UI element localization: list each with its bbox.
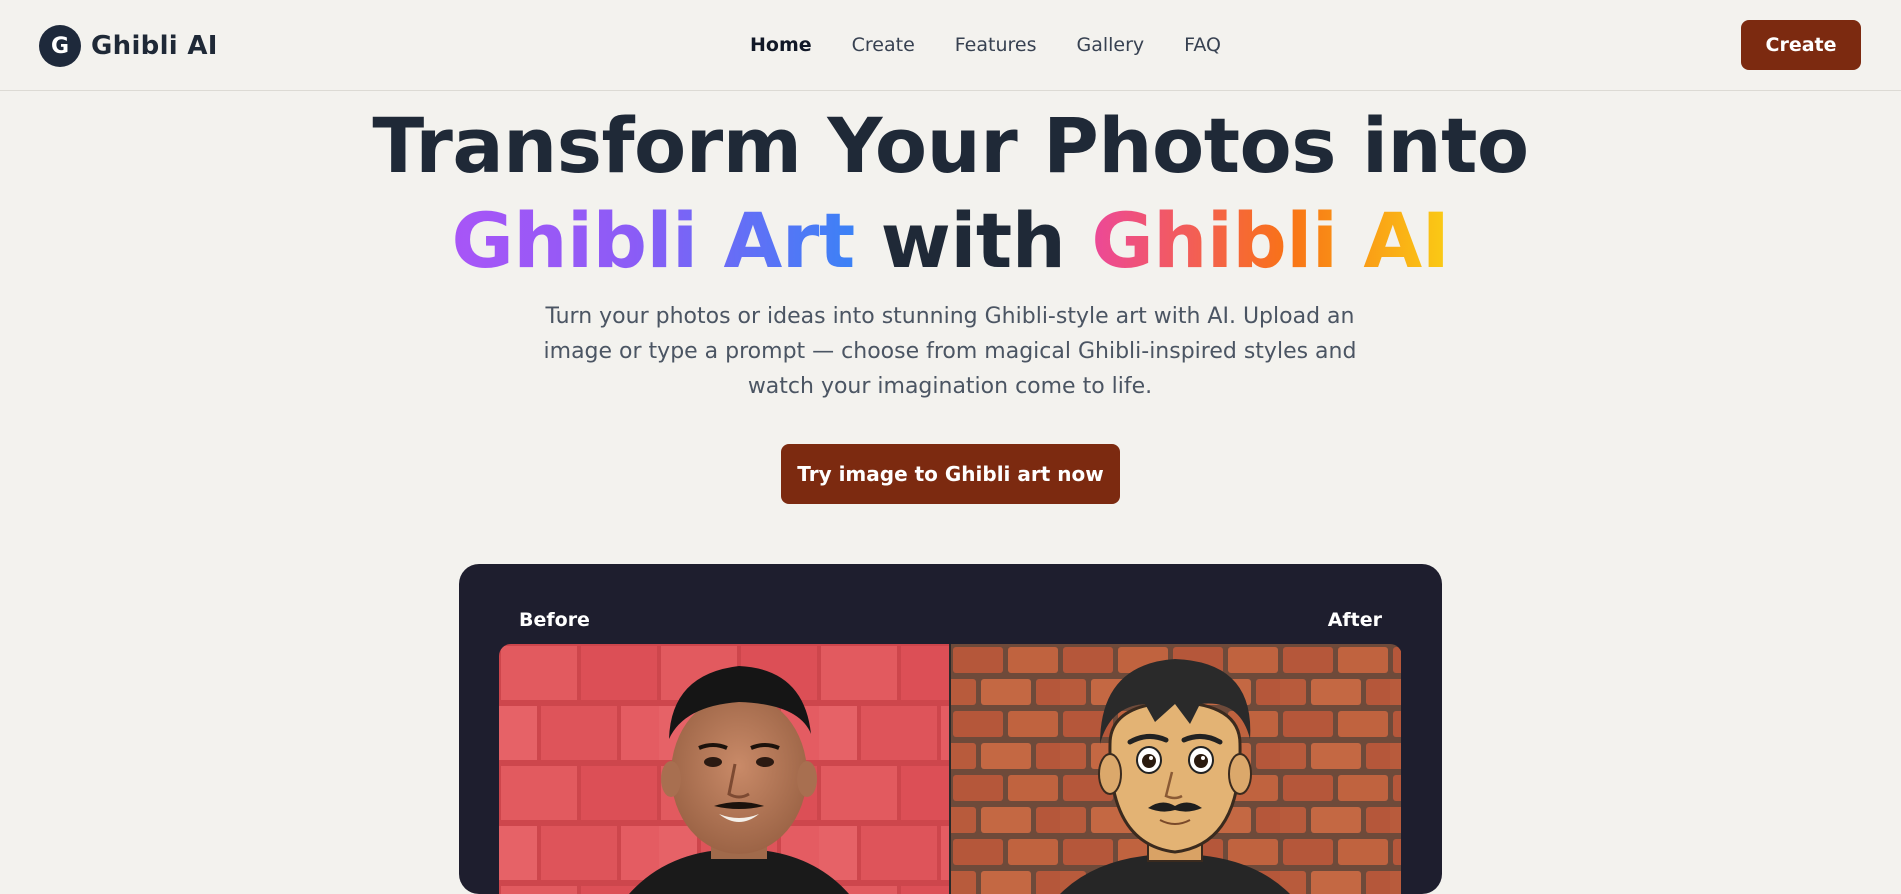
before-label: Before (519, 609, 590, 631)
logo-mark-icon: G (39, 25, 81, 67)
hero-subtitle: Turn your photos or ideas into stunning … (543, 304, 1357, 399)
hero-title-with: with (880, 196, 1066, 285)
after-label: After (1327, 609, 1382, 631)
hero-title-ghibli-art: Ghibli Art (451, 196, 856, 285)
comparison-divider-handle[interactable] (949, 644, 951, 894)
comparison-slider[interactable] (499, 644, 1402, 894)
hero-title: Transform Your Photos into Ghibli Art wi… (0, 98, 1901, 288)
main-nav: Home Create Features Gallery FAQ (750, 30, 1221, 60)
nav-item-faq[interactable]: FAQ (1184, 30, 1221, 60)
before-photo (499, 644, 950, 894)
nav-item-features[interactable]: Features (955, 30, 1037, 60)
hero-title-ghibli-ai: Ghibli AI (1091, 196, 1450, 285)
nav-item-home[interactable]: Home (750, 30, 812, 60)
header-create-button[interactable]: Create (1741, 20, 1861, 70)
site-header: G Ghibli AI Home Create Features Gallery… (0, 0, 1901, 91)
brand-name: Ghibli AI (91, 31, 218, 61)
brand-logo[interactable]: G Ghibli AI (39, 25, 218, 67)
try-now-button[interactable]: Try image to Ghibli art now (781, 444, 1120, 504)
nav-item-gallery[interactable]: Gallery (1076, 30, 1144, 60)
hero-title-line1: Transform Your Photos into (372, 101, 1529, 190)
nav-item-create[interactable]: Create (852, 30, 915, 60)
after-illustration (950, 644, 1401, 894)
before-after-panel: Before After (459, 564, 1442, 894)
